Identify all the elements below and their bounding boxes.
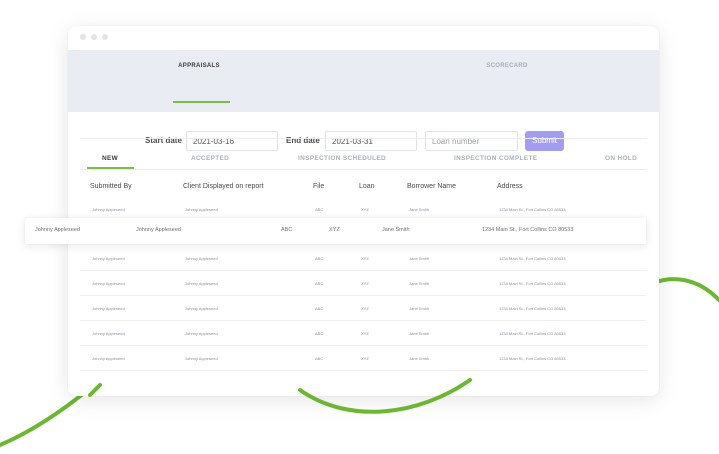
cell-file: ABC xyxy=(315,356,324,361)
window-titlebar xyxy=(68,26,659,50)
cell-file: ABC xyxy=(315,207,324,212)
cell-submitted-by: Johnny Appleseed xyxy=(92,281,125,286)
cell-file: ABC xyxy=(315,281,324,286)
column-header-address: Address xyxy=(497,183,523,190)
tab-appraisals[interactable]: APPRAISALS xyxy=(164,63,234,69)
column-header-file: File xyxy=(313,183,325,190)
cell-submitted-by: Johnny Appleseed xyxy=(92,306,125,311)
cell-loan: XYZ xyxy=(361,281,369,286)
column-header-client: Client Displayed on report xyxy=(183,183,264,190)
row-divider xyxy=(80,345,647,346)
window-dot-icon xyxy=(91,34,97,40)
cell-client: Johnny Appleseed xyxy=(185,331,218,336)
cell-loan: XYZ xyxy=(329,227,340,233)
cell-submitted-by: Johnny Appleseed xyxy=(92,331,125,336)
row-divider xyxy=(80,370,647,371)
cell-address: 1234 Main St., Fort Collins CO 80533 xyxy=(499,281,566,286)
cell-address: 1234 Main St., Fort Collins CO 80533 xyxy=(499,306,566,311)
cell-file: ABC xyxy=(315,306,324,311)
tab-new[interactable]: NEW xyxy=(102,155,118,162)
cell-client: Johnny Appleseed xyxy=(136,227,181,233)
tab-inspection-scheduled[interactable]: INSPECTION SCHEDULED xyxy=(298,155,386,162)
tab-appraisals-underline xyxy=(173,101,230,103)
cell-borrower-name: Jane Smith xyxy=(409,256,430,261)
cell-file: ABC xyxy=(315,256,324,261)
column-header-loan: Loan xyxy=(359,183,375,190)
row-divider xyxy=(80,320,647,321)
tab-inspection-complete[interactable]: INSPECTION COMPLETE xyxy=(454,155,537,162)
tab-on-hold[interactable]: ON HOLD xyxy=(605,155,637,162)
row-divider xyxy=(80,295,647,296)
end-date-input[interactable]: 2021-03-31 xyxy=(325,131,417,151)
divider xyxy=(80,138,647,139)
app-window: APPRAISALS SCORECARD Start date 2021-03-… xyxy=(68,26,659,396)
row-divider xyxy=(80,270,647,271)
cell-address: 1234 Main St., Fort Collins CO 80533 xyxy=(499,356,566,361)
cell-file: ABC xyxy=(281,227,293,233)
cell-submitted-by: Johnny Appleseed xyxy=(92,207,125,212)
cell-client: Johnny Appleseed xyxy=(185,207,218,212)
highlighted-table-row[interactable]: Johnny Appleseed Johnny Appleseed ABC XY… xyxy=(25,218,646,244)
cell-submitted-by: Johnny Appleseed xyxy=(92,256,125,261)
cell-loan: XYZ xyxy=(361,256,369,261)
cell-address: 1234 Main St., Fort Collins CO 80533 xyxy=(482,227,574,233)
cell-submitted-by: Johnny Appleseed xyxy=(35,227,80,233)
cell-borrower-name: Jane Smith xyxy=(409,331,430,336)
cell-file: ABC xyxy=(315,331,324,336)
window-dot-icon xyxy=(102,34,108,40)
cell-borrower-name: Jane Smith xyxy=(409,281,430,286)
column-header-submitted-by: Submitted By xyxy=(90,183,132,190)
cell-loan: XYZ xyxy=(361,306,369,311)
window-dot-icon xyxy=(80,34,86,40)
cell-loan: XYZ xyxy=(361,331,369,336)
filter-bar: Start date 2021-03-16 End date 2021-03-3… xyxy=(68,131,659,151)
tab-scorecard[interactable]: SCORECARD xyxy=(472,63,542,69)
loan-number-input[interactable]: Loan number xyxy=(425,131,518,151)
cell-client: Johnny Appleseed xyxy=(185,281,218,286)
cell-loan: XYZ xyxy=(361,207,369,212)
cell-client: Johnny Appleseed xyxy=(185,256,218,261)
top-tab-bar: APPRAISALS SCORECARD xyxy=(68,50,659,112)
column-header-borrower-name: Borrower Name xyxy=(407,183,457,190)
cell-borrower-name: Jane Smith xyxy=(382,227,410,233)
cell-loan: XYZ xyxy=(361,356,369,361)
divider xyxy=(80,169,647,170)
submit-button[interactable]: Submit xyxy=(525,131,564,151)
cell-submitted-by: Johnny Appleseed xyxy=(92,356,125,361)
cell-borrower-name: Jane Smith xyxy=(409,207,430,212)
start-date-input[interactable]: 2021-03-16 xyxy=(186,131,278,151)
cell-address: 1234 Main St., Fort Collins CO 80533 xyxy=(499,256,566,261)
cell-client: Johnny Appleseed xyxy=(185,306,218,311)
tab-accepted[interactable]: ACCEPTED xyxy=(191,155,229,162)
cell-address: 1234 Main St., Fort Collins CO 80533 xyxy=(499,331,566,336)
cell-borrower-name: Jane Smith xyxy=(409,306,430,311)
cell-address: 1234 Main St., Fort Collins CO 80533 xyxy=(499,207,566,212)
cell-borrower-name: Jane Smith xyxy=(409,356,430,361)
cell-client: Johnny Appleseed xyxy=(185,356,218,361)
